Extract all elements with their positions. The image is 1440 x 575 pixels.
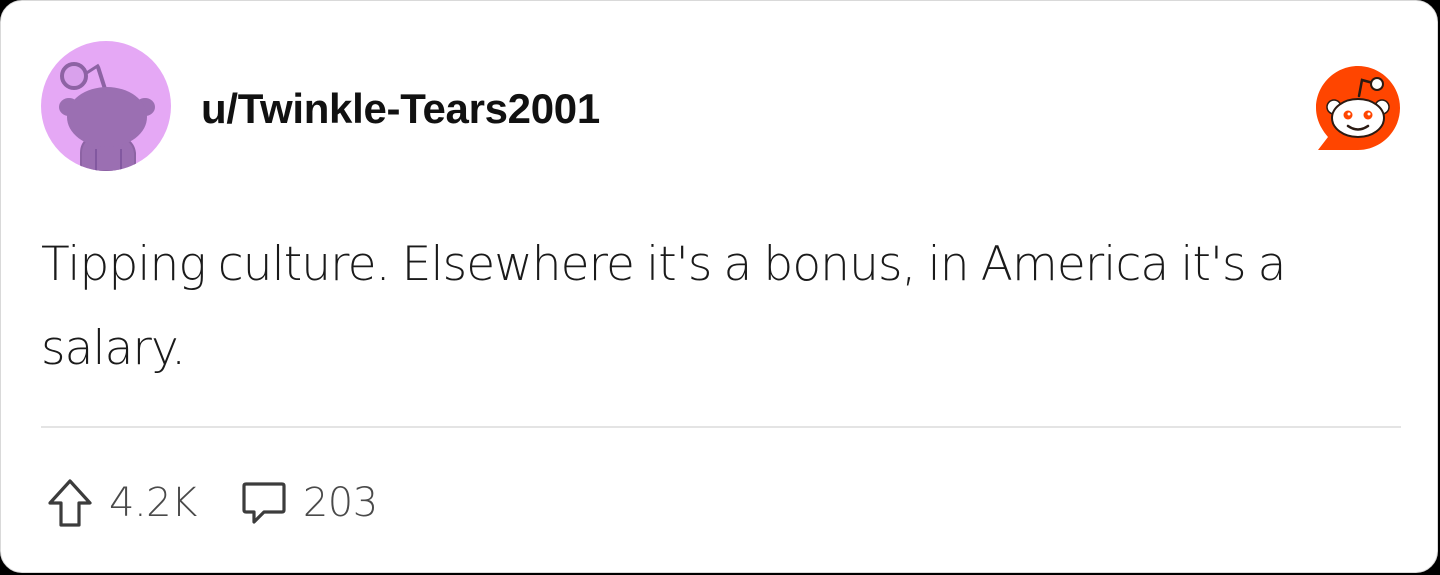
comment-count: 203 [302, 480, 378, 526]
post-card: u/Twinkle-Tears2001 Tipping culture. Els… [0, 0, 1438, 573]
comment-bubble-icon[interactable] [235, 475, 293, 531]
reddit-logo-icon [1313, 63, 1403, 153]
post-body-text: Tipping culture. Elsewhere it's a bonus,… [41, 237, 1286, 376]
user-avatar[interactable] [41, 41, 171, 171]
upvote-count: 4.2K [109, 480, 197, 526]
post-header: u/Twinkle-Tears2001 [41, 41, 1401, 171]
upvote-arrow-icon[interactable] [41, 475, 99, 531]
divider [41, 426, 1401, 428]
snoo-avatar-icon [41, 41, 171, 171]
username-link[interactable]: u/Twinkle-Tears2001 [201, 85, 600, 133]
post-stats: 4.2K 203 [41, 475, 378, 531]
